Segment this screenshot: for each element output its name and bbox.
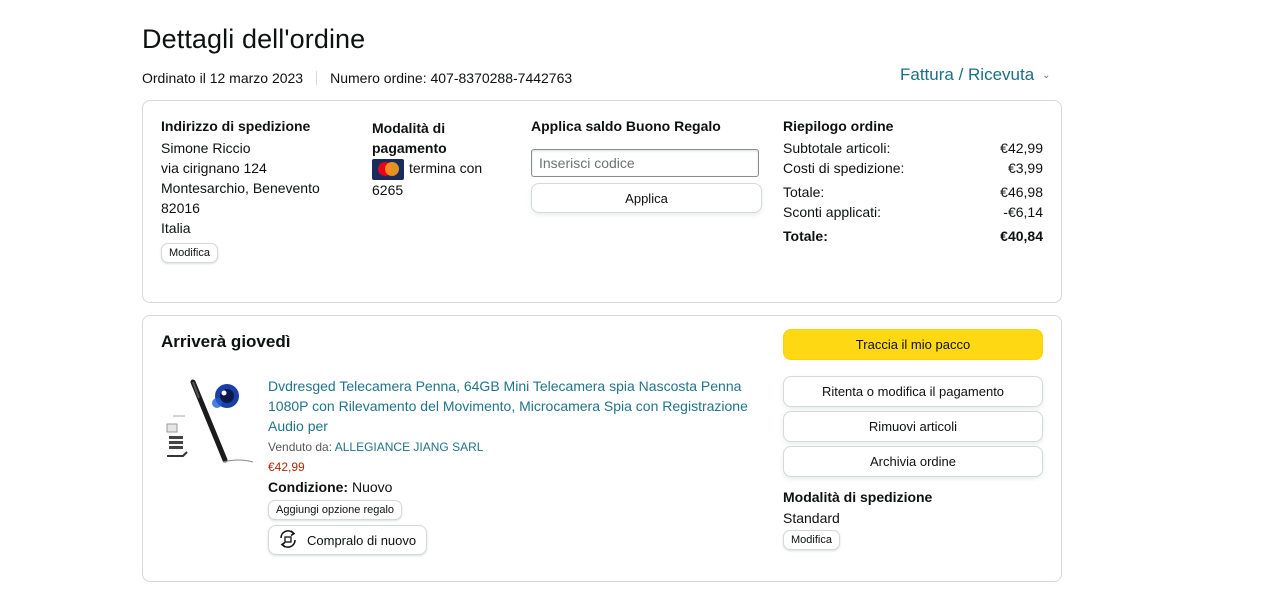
address-street: via cirignano 124: [161, 160, 267, 176]
summary-value: €46,98: [1000, 184, 1043, 200]
edit-address-button[interactable]: Modifica: [161, 243, 218, 263]
shipment-card: Arriverà giovedì Dvdresged Telecamera Pe…: [142, 315, 1062, 582]
shipping-address-lines: Simone Riccio via cirignano 124 Montesar…: [161, 138, 351, 238]
summary-label: Subtotale articoli:: [783, 140, 891, 156]
sold-by: Venduto da: ALLEGIANCE JIANG SARL: [268, 440, 763, 454]
mastercard-icon: [372, 158, 404, 180]
summary-value: -€6,14: [1003, 204, 1043, 220]
shipping-address-heading: Indirizzo di spedizione: [161, 118, 311, 134]
summary-label: Sconti applicati:: [783, 204, 882, 220]
add-gift-option-button[interactable]: Aggiungi opzione regalo: [268, 500, 403, 520]
invoice-label[interactable]: Fattura / Ricevuta: [900, 65, 1034, 85]
summary-row-discounts: Sconti applicati: -€6,14: [783, 202, 1043, 222]
gift-card-section: Applica saldo Buono Regalo Applica: [531, 118, 763, 213]
summary-row-grand-total: Totale: €40,84: [783, 226, 1043, 246]
buy-again-label: Compralo di nuovo: [307, 532, 417, 548]
payment-section: Modalità di pagamento termina con 6265: [372, 118, 512, 200]
order-date: Ordinato il 12 marzo 2023: [142, 70, 304, 86]
order-info-card: Indirizzo di spedizione Simone Riccio vi…: [142, 100, 1062, 303]
buy-again-icon: [277, 529, 299, 552]
edit-shipping-method-button[interactable]: Modifica: [783, 530, 840, 550]
chevron-down-icon: ⌄: [1042, 69, 1051, 81]
summary-row-subtotal: Subtotale articoli: €42,99: [783, 138, 1043, 158]
condition-value: Nuovo: [352, 479, 393, 495]
summary-row-total: Totale: €46,98: [783, 182, 1043, 202]
address-country: Italia: [161, 220, 191, 236]
delivery-heading: Arriverà giovedì: [161, 332, 291, 351]
summary-value: €40,84: [1000, 228, 1043, 244]
page-title: Dettagli dell'ordine: [142, 24, 366, 54]
order-number: Numero ordine: 407-8370288-7442763: [330, 70, 573, 86]
retry-payment-button[interactable]: Ritenta o modifica il pagamento: [783, 376, 1043, 407]
archive-order-button[interactable]: Archivia ordine: [783, 446, 1043, 477]
buy-again-button[interactable]: Compralo di nuovo: [268, 525, 428, 555]
address-city: Montesarchio, Benevento: [161, 180, 320, 196]
product-title-link[interactable]: Dvdresged Telecamera Penna, 64GB Mini Te…: [268, 376, 763, 436]
shipment-actions: Traccia il mio pacco Ritenta o modifica …: [783, 329, 1043, 550]
product-price: €42,99: [268, 460, 305, 474]
summary-value: €42,99: [1000, 140, 1043, 156]
address-zip: 82016: [161, 200, 200, 216]
summary-row-shipping: Costi di spedizione: €3,99: [783, 158, 1043, 178]
shipping-method-value: Standard: [783, 510, 840, 526]
order-summary-section: Riepilogo ordine Subtotale articoli: €42…: [783, 118, 1043, 246]
address-name: Simone Riccio: [161, 140, 251, 156]
sold-by-label: Venduto da:: [268, 440, 333, 454]
shipping-address-section: Indirizzo di spedizione Simone Riccio vi…: [161, 118, 351, 263]
summary-label: Totale:: [783, 228, 828, 244]
seller-link[interactable]: ALLEGIANCE JIANG SARL: [335, 440, 484, 454]
summary-heading: Riepilogo ordine: [783, 118, 894, 134]
invoice-dropdown[interactable]: Fattura / Ricevuta ⌄: [900, 65, 1051, 85]
summary-label: Totale:: [783, 184, 825, 200]
summary-value: €3,99: [1007, 160, 1043, 176]
order-meta: Ordinato il 12 marzo 2023 Numero ordine:…: [142, 70, 572, 86]
product-info: Dvdresged Telecamera Penna, 64GB Mini Te…: [268, 376, 763, 555]
product-condition: Condizione: Nuovo: [268, 479, 763, 495]
remove-items-button[interactable]: Rimuovi articoli: [783, 411, 1043, 442]
payment-heading: Modalità di pagamento: [372, 120, 447, 156]
gift-code-input[interactable]: [531, 149, 759, 177]
summary-label: Costi di spedizione:: [783, 160, 905, 176]
apply-gift-button[interactable]: Applica: [531, 183, 762, 213]
condition-label: Condizione:: [268, 479, 349, 495]
meta-divider: [316, 71, 318, 85]
product-image[interactable]: [163, 376, 258, 466]
track-package-button[interactable]: Traccia il mio pacco: [783, 329, 1043, 360]
shipping-method-heading: Modalità di spedizione: [783, 489, 933, 505]
gift-card-heading: Applica saldo Buono Regalo: [531, 118, 721, 134]
